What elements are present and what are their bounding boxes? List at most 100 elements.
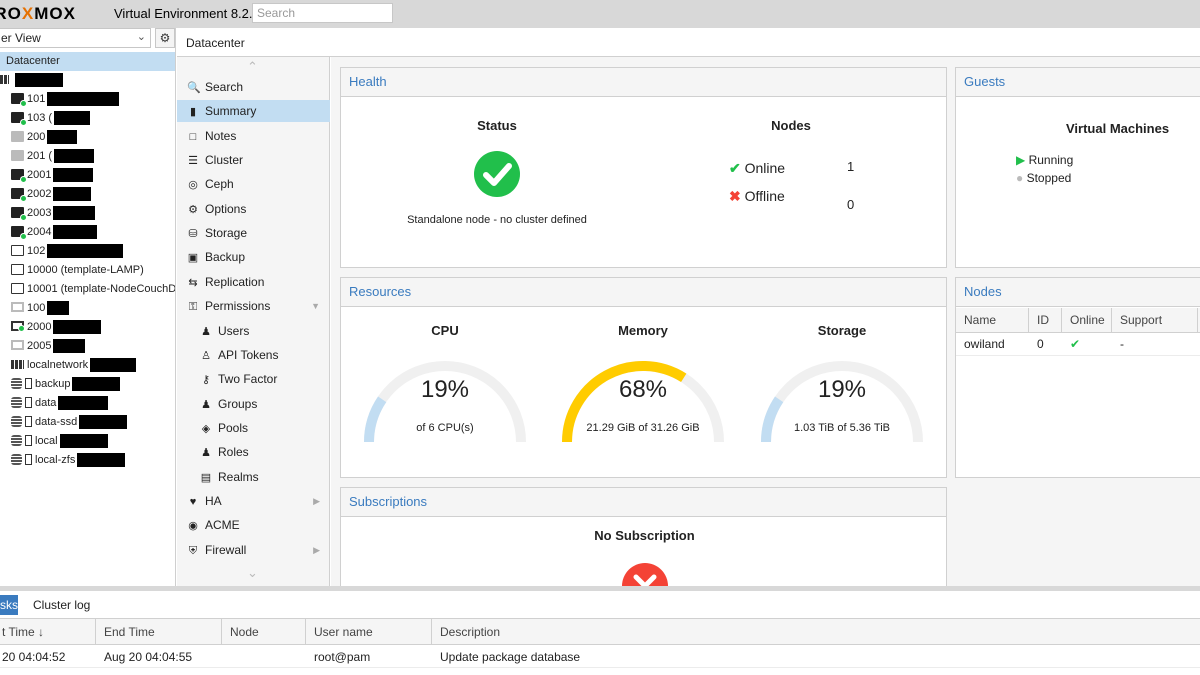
nav-item-search[interactable]: 🔍 Search [177,76,330,98]
storage-page-icon [25,453,32,465]
nav-item-permissions[interactable]: ⚿ Permissions ▼ [177,295,330,317]
nav-item-label: Options [205,201,247,216]
nav-item-firewall[interactable]: ⛨ Firewall ▶ [177,539,330,561]
nav-item-backup[interactable]: ▣ Backup [177,246,330,268]
tree-item-label: localnetwork [27,359,89,371]
vm-stopped-icon [11,149,24,161]
redacted-name [47,130,78,145]
tree-item[interactable]: 2001 [0,166,175,185]
nav-item-roles[interactable]: ♟ Roles [177,441,330,463]
tree-item[interactable]: 2000 [0,318,175,337]
tree-item[interactable]: 102 [0,242,175,261]
retweet-icon: ⇆ [188,276,198,289]
column-header[interactable]: Description [432,619,1200,645]
template-icon [11,263,24,275]
nav-item-acme[interactable]: ◉ ACME [177,514,330,536]
gear-icon[interactable]: ⚙ [155,28,175,48]
nav-item-realms[interactable]: ▤ Realms [177,466,330,488]
table-row[interactable] [0,668,1200,675]
nav-item-pools[interactable]: ◈ Pools [177,417,330,439]
tree-item[interactable]: 103 ( [0,109,175,128]
nav-item-cluster[interactable]: ☰ Cluster [177,149,330,171]
tree-item[interactable]: 200 [0,128,175,147]
tree-item[interactable]: local [0,432,175,451]
certificate-icon: ◉ [188,520,198,533]
nav-item-replication[interactable]: ⇆ Replication [177,271,330,293]
tree-node[interactable] [0,71,175,90]
tree-item-label: 103 ( [27,112,53,124]
table-row[interactable]: 20 04:04:52 Aug 20 04:04:55 root@pam Upd… [0,646,1200,668]
expand-arrow-icon[interactable]: ▶ [313,539,320,561]
database-icon [11,377,22,389]
memory-subtext: 21.29 GiB of 31.26 GiB [586,422,700,434]
nav-item-groups[interactable]: ♟ Groups [177,393,330,415]
table-row[interactable]: owiland 0 ✔ - [956,333,1200,356]
tree-item[interactable]: 2005 [0,337,175,356]
tab-tasks[interactable]: sks [0,595,18,615]
view-selector[interactable]: er View ⌄ [0,28,151,48]
logo-text: PROXMOX [0,4,76,23]
config-header: Datacenter [177,28,1200,57]
tree-item-label: 101 [27,93,46,105]
gauge-fill [761,396,784,443]
tree-item[interactable]: 2002 [0,185,175,204]
tree-item-label: local-zfs [35,454,76,466]
nav-item-label: Roles [218,445,249,460]
shield-icon: ⛨ [188,544,198,557]
tree-item[interactable]: localnetwork [0,356,175,375]
column-header[interactable]: User name [306,619,432,645]
status-text: Standalone node - no cluster defined [407,214,587,226]
proxmox-logo[interactable]: PROXMOX [0,4,76,24]
address-book-icon: ▤ [200,471,212,484]
tree-item[interactable]: 10000 (template-LAMP) [0,261,175,280]
node-id: 0 [1037,337,1044,351]
column-header[interactable]: Support [1112,308,1198,333]
tree-item-label: 2003 [27,207,52,219]
nav-item-ha[interactable]: ♥ HA ▶ [177,490,330,512]
expand-arrow-icon[interactable]: ▼ [311,295,320,317]
nav-item-summary[interactable]: ▮ Summary [177,100,330,123]
expand-arrow-icon[interactable]: ▶ [313,490,320,512]
nav-item-label: Search [205,80,244,94]
storage-value: 19% [817,376,867,403]
nav-item-two-factor[interactable]: ⚷ Two Factor [177,368,330,390]
nav-item-ceph[interactable]: ◎ Ceph [177,173,330,195]
subscription-heading: No Subscription [594,528,695,543]
column-header[interactable]: Node [222,619,306,645]
tree-item[interactable]: data-ssd [0,413,175,432]
tree-item[interactable]: 201 ( [0,147,175,166]
tree-item-label: 10000 (template-LAMP) [27,264,144,276]
search-input[interactable] [252,3,393,23]
column-header[interactable]: End Time [96,619,222,645]
vm-heading: Virtual Machines [1066,121,1170,136]
column-header[interactable]: t Time ↓ [0,619,96,645]
nav-item-api-tokens[interactable]: ♙ API Tokens [177,344,330,366]
tree-item[interactable]: backup [0,375,175,394]
column-header[interactable]: Online [1062,308,1112,333]
vm-running-icon [11,225,27,240]
monitor-stopped-icon [11,340,24,351]
tree-item[interactable]: 100 [0,299,175,318]
storage-subtext: 1.03 TiB of 5.36 TiB [793,422,890,434]
tree-item[interactable]: 2003 [0,204,175,223]
guests-panel: Guests Virtual Machines ▶ Running ● Stop… [955,67,1200,268]
tree-datacenter[interactable]: Datacenter [0,52,175,71]
view-selector-value: er View [1,31,41,45]
nav-item-storage[interactable]: ⛁ Storage [177,222,330,244]
network-icon [11,359,24,369]
tree-item-label: 2005 [27,340,52,352]
nav-item-options[interactable]: ⚙ Options [177,198,330,220]
tree-item[interactable]: data [0,394,175,413]
column-header[interactable]: Name [956,308,1029,333]
column-header[interactable]: ID [1029,308,1062,333]
nav-item-notes[interactable]: □ Notes [177,125,330,147]
tree-item[interactable]: 2004 [0,223,175,242]
nav-item-users[interactable]: ♟ Users [177,320,330,342]
tree-item[interactable]: 101 [0,90,175,109]
tree-item[interactable]: local-zfs [0,451,175,470]
nav-item-label: ACME [205,518,240,533]
tree-item[interactable]: 10001 (template-NodeCouchD [0,280,175,299]
scroll-down-icon[interactable]: ⌄ [247,565,258,581]
tab-cluster-log[interactable]: Cluster log [33,598,90,612]
scroll-up-icon[interactable]: ⌃ [247,59,258,75]
